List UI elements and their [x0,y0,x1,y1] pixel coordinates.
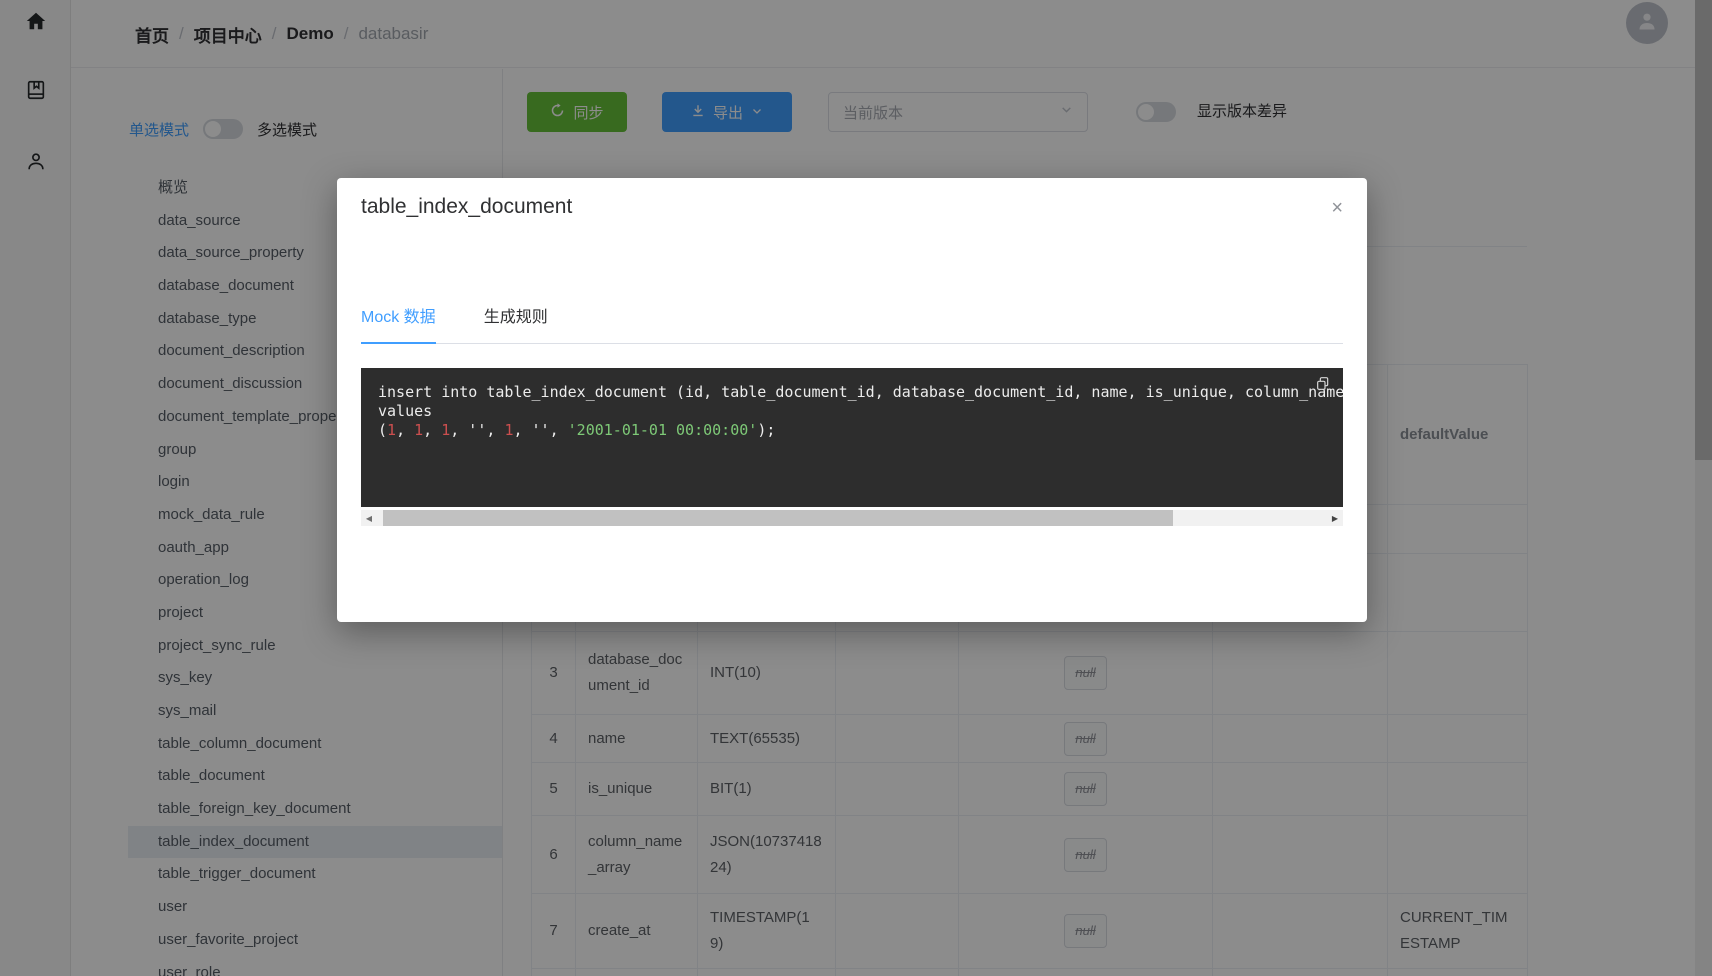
code-scrollbar-thumb[interactable] [383,510,1173,526]
app-window: 首页 / 项目中心 / Demo / databasir 单选模式 多选模式 概… [0,0,1712,976]
code-horizontal-scrollbar[interactable]: ◀ ▶ [361,510,1343,526]
sql-token: '2001-01-01 00:00:00' [568,421,758,439]
close-icon[interactable]: × [1331,198,1343,218]
sql-token: ); [757,421,775,439]
sql-token: 1 [387,421,396,439]
dialog-tabs: Mock 数据 生成规则 [361,291,1343,344]
sql-line-1: insert into table_index_document (id, ta… [378,383,1343,401]
sql-code: insert into table_index_document (id, ta… [361,368,1343,440]
dialog-tab[interactable]: Mock 数据 [361,291,436,344]
copy-icon[interactable] [1315,376,1331,397]
sql-token: 1 [414,421,423,439]
sql-line-2: values [378,402,432,420]
scroll-left-icon[interactable]: ◀ [361,510,377,526]
sql-code-block: insert into table_index_document (id, ta… [361,368,1343,507]
dialog-tab[interactable]: 生成规则 [484,291,548,343]
sql-line-3: (1, 1, 1, '', 1, '', '2001-01-01 00:00:0… [378,421,775,439]
mock-data-dialog: table_index_document × Mock 数据 生成规则 inse… [337,178,1367,622]
sql-token: , [423,421,441,439]
sql-token: , [396,421,414,439]
sql-token: , '', [513,421,567,439]
sql-token: 1 [441,421,450,439]
sql-token: ( [378,421,387,439]
sql-token: , '', [450,421,504,439]
scroll-right-icon[interactable]: ▶ [1327,510,1343,526]
dialog-title: table_index_document [361,195,572,219]
